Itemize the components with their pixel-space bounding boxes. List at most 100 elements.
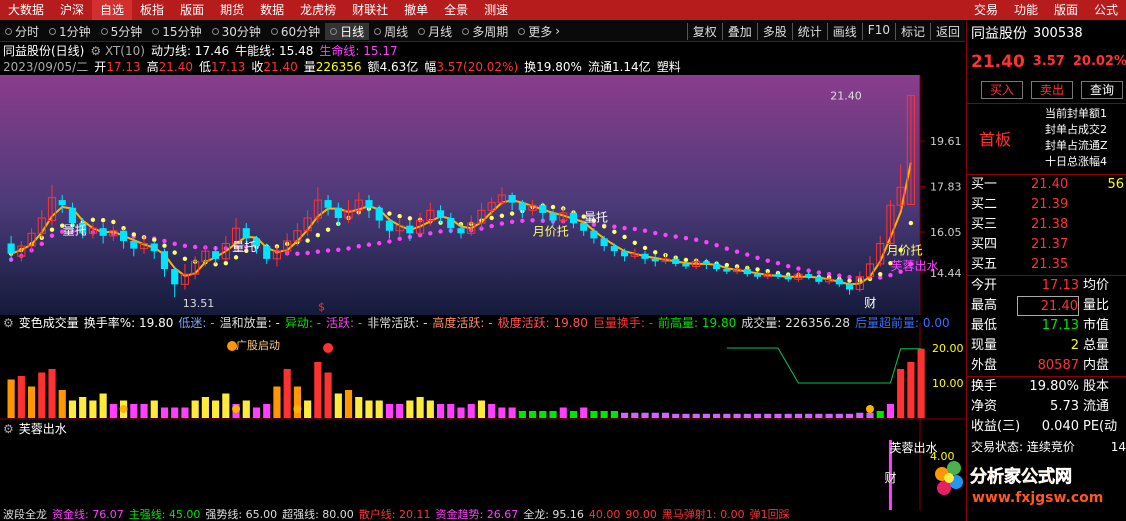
niuneng-dot [182,256,188,262]
book-level: 买四 [971,237,998,252]
limit-item-value: Z [1100,139,1108,152]
candle-body-down [641,253,649,259]
volume-bar [621,412,629,418]
volume-bar [569,411,578,418]
period-tab[interactable]: 月线 [413,23,457,40]
volume-bar [304,400,312,418]
top-menu-right-item[interactable]: 公式 [1086,0,1126,20]
volume-bar [723,413,731,418]
period-tab[interactable]: 60分钟 [266,23,325,40]
volume-bar [805,413,813,418]
candle-body-down [610,246,618,252]
toolbar-button[interactable]: 复权 [686,22,722,40]
top-menu-item[interactable]: 龙虎榜 [292,0,344,20]
bottom-indicator-item: 超强线: 80.00 [282,509,354,521]
query-button[interactable]: 查询 [1081,81,1124,99]
shengming-dot [346,246,351,251]
shengming-dot [673,234,678,239]
limit-item-label: 封单占成交 [1045,123,1100,136]
bottom-indicator-item: 弹1回踩 [749,509,790,521]
buy-button[interactable]: 买入 [981,81,1024,99]
furong-chart[interactable]: 芙蓉出水财4.00 [0,420,965,510]
shengming-dot [663,232,668,238]
period-tab[interactable]: 周线 [369,23,413,40]
chart-annotation: 月价托 [887,244,923,258]
bottom-indicator-item: 全龙: 95.16 [523,509,584,521]
amount-value: 4.63亿 [379,60,419,74]
volume-bar [528,411,537,418]
top-menu-item[interactable]: 期货 [212,0,252,20]
shengming-dot [182,243,188,249]
niuneng-dot [131,232,137,237]
volume-bar [713,413,721,418]
stat-row: 净资 5.73 流通 [967,397,1126,417]
low-value: 17.13 [210,60,246,74]
niuneng-dot [100,217,106,223]
top-menu-item[interactable]: 全景 [436,0,476,20]
shengming-dot [499,221,505,226]
radio-icon [330,27,338,35]
top-menu-right-item[interactable]: 功能 [1006,0,1046,20]
volume-bar [661,412,670,418]
volume-bar [774,413,782,418]
niuneng-dot [90,217,96,223]
stat-value: 2 [1070,338,1079,353]
top-menu-right-item[interactable]: 版面 [1046,0,1086,20]
toolbar-button[interactable]: F10 [861,22,895,40]
period-tab[interactable]: 1分钟 [44,23,96,40]
top-menu-right-item[interactable]: 交易 [966,0,1006,20]
shengming-dot [305,250,310,256]
volume-bar [406,400,414,418]
price-axis-label: 16.05 [930,226,962,239]
period-tab[interactable]: 更多 › [513,23,565,40]
bottom-indicator-item: 主强线: 45.00 [128,509,201,521]
candle-body-down [150,243,158,252]
limit-board-label: 首板 [979,130,1012,149]
toolbar-button[interactable]: 标记 [894,22,930,40]
toolbar-button[interactable]: 统计 [791,22,827,40]
period-tab[interactable]: 多周期 [457,23,513,40]
volume-bar [508,407,516,418]
period-tab[interactable]: 5分钟 [96,23,148,40]
niuneng-dot [407,216,413,221]
candle-body-down [621,251,629,257]
toolbar-button[interactable]: 叠加 [721,22,757,40]
kline-chart[interactable]: 19.6117.8316.0514.44 21.4013.51 $量托量托月价托量… [0,75,965,315]
top-menu-item[interactable]: 测速 [476,0,516,20]
candle-body-down [375,207,383,221]
toolbar-button[interactable]: 多股 [756,22,792,40]
top-menu-item[interactable]: 板指 [132,0,172,20]
top-menu-item[interactable]: 沪深 [52,0,92,20]
top-menu-item[interactable]: 撤单 [396,0,436,20]
top-menu-item[interactable]: 数据 [252,0,292,20]
volume-chart[interactable]: 20.00 10.00 广股启动 [0,323,965,420]
volume-bar [692,413,700,418]
top-menu-item[interactable]: 版面 [172,0,212,20]
sell-button[interactable]: 卖出 [1031,81,1074,99]
toolbar-button[interactable]: 返回 [929,22,965,40]
candle-body-down [457,228,465,234]
period-tab[interactable]: 日线 [325,22,370,40]
top-menu-item[interactable]: 自选 [92,0,133,20]
period-tab[interactable]: 15分钟 [147,23,206,40]
stat-row: 今开 17.13 均价 [967,276,1126,296]
period-tab-label: 周线 [384,24,409,39]
stat-row: 最高 21.40 量比 [967,296,1126,316]
xt-indicator[interactable]: ⚙ XT(10) [90,43,145,59]
volume-bar [477,400,486,418]
top-menu-item[interactable]: 财联社 [344,0,396,20]
flower-logo-icon [935,461,963,495]
niuneng-dot [305,238,310,243]
toolbar-button[interactable]: 画线 [826,22,862,40]
period-tab[interactable]: 30分钟 [207,23,266,40]
volume-bar [753,413,762,418]
volume-bar [375,400,383,418]
candle-body-down [518,202,526,211]
stat-label-2: 均价 [1083,278,1110,293]
top-menu-bar: 大数据 沪深 自选 板指 版面 期货 数据 龙虎榜 财联社 撤单 全景 测速 交易 功能 版面 公式 [0,0,1126,20]
price-change: 3.57 [1032,54,1065,69]
top-menu-item[interactable]: 大数据 [0,0,52,20]
shengming-dot [325,248,331,253]
period-tab[interactable]: 分时 [0,23,44,40]
volume-axis-label: 20.00 [932,342,964,355]
